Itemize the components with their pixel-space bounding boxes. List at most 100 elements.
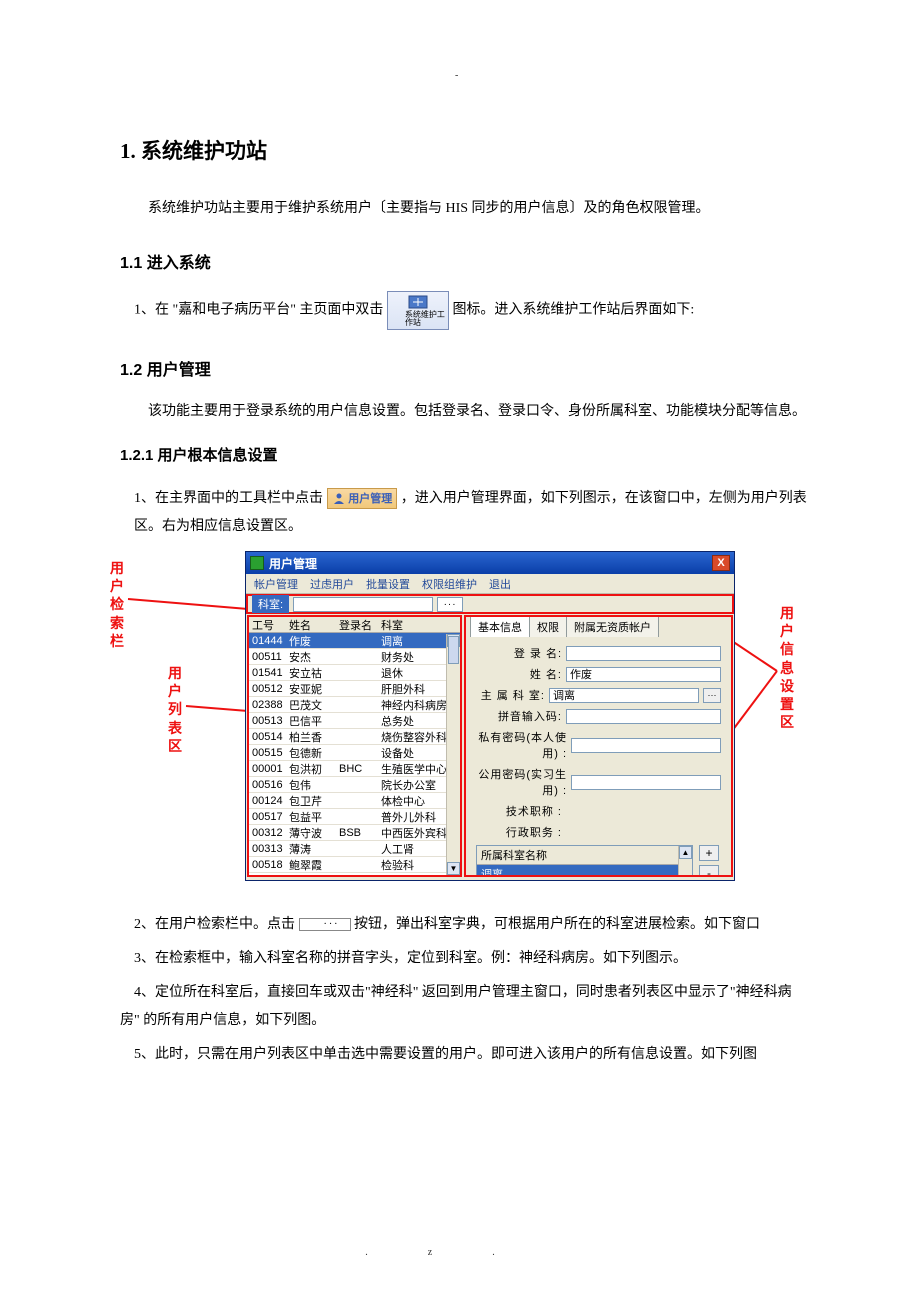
label-name: 姓 名:: [476, 666, 562, 682]
dept-lookup-button[interactable]: ···: [437, 597, 463, 612]
user-list-row[interactable]: 00001包洪初BHC生殖医学中心: [249, 761, 460, 777]
person-icon: [332, 492, 346, 504]
callout-search-bar: 用户检索栏: [110, 561, 124, 652]
step-1-1-1: 1、在 "嘉和电子病历平台" 主页面中双击 系统维护工 作站 图标。进入系统维护…: [120, 291, 810, 330]
input-pinyin[interactable]: [566, 709, 721, 724]
label-pinyin: 拼音输入码:: [476, 708, 562, 724]
callout-user-list: 用户列表区: [168, 666, 182, 757]
user-form: 登 录 名: 姓 名: 主 属 科 室: ··· 拼音输入码: 私有密码(本人使用…: [466, 637, 731, 877]
step-1-2-1-5: 5、此时，只需在用户列表区中单击选中需要设置的用户。即可进入该用户的所有信息设置…: [120, 1041, 810, 1069]
user-list-row[interactable]: 00516包伟院长办公室: [249, 777, 460, 793]
input-private-pwd[interactable]: [571, 738, 721, 753]
window-titlebar[interactable]: 用户管理 X: [246, 552, 734, 574]
label-login-name: 登 录 名:: [476, 645, 562, 661]
top-page-mark: -: [455, 70, 458, 81]
footer-left: .: [365, 1247, 428, 1258]
icon-label-line2: 作站: [391, 319, 445, 327]
menu-item-exit[interactable]: 退出: [489, 576, 511, 592]
grid-header-name: 姓名: [289, 617, 339, 633]
menu-item-batch[interactable]: 批量设置: [366, 576, 410, 592]
input-dept[interactable]: [549, 688, 699, 703]
dept-list-row[interactable]: 调离: [477, 865, 692, 877]
system-maintenance-icon: 系统维护工 作站: [387, 291, 449, 330]
grid-header-id: 工号: [249, 617, 289, 633]
footer-right: z.: [428, 1247, 555, 1258]
scroll-thumb[interactable]: [448, 636, 459, 664]
callout-info-set: 用户信息设置区: [780, 606, 794, 733]
user-list-row[interactable]: 01541安立祜退休: [249, 665, 460, 681]
step-1-2-1-3: 3、在检索框中，输入科室名称的拼音字头，定位到科室。例：神经科病房。如下列图示。: [120, 945, 810, 973]
heading-1-1: 1.1 进入系统: [120, 249, 810, 273]
user-management-window: 用户管理 X 帐户管理 过虑用户 批量设置 权限组维护 退出 科室: ··· 工…: [245, 551, 735, 881]
lookup-dots-button-inline: ···: [299, 918, 351, 931]
step-text-after: 按钮，弹出科室字典，可根据用户所在的科室进展检索。如下窗口: [354, 917, 760, 932]
user-list-row[interactable]: 00313薄涛人工肾: [249, 841, 460, 857]
user-list-row[interactable]: 02388巴茂文神经内科病房: [249, 697, 460, 713]
menu-item-account[interactable]: 帐户管理: [254, 576, 298, 592]
user-info-pane: 基本信息 权限 附属无资质帐户 登 录 名: 姓 名: 主 属 科 室: ··· …: [464, 615, 733, 877]
user-list-row[interactable]: 00514柏兰香烧伤整容外科: [249, 729, 460, 745]
dept-search-input[interactable]: [293, 597, 433, 612]
input-public-pwd[interactable]: [571, 775, 721, 790]
label-dept: 主 属 科 室:: [476, 687, 545, 703]
heading-1: 1. 系统维护功站: [120, 135, 810, 165]
step-1-2-1-1: 1、在主界面中的工具栏中点击 用户管理 ，进入用户管理界面，如下列图示，在该窗口…: [120, 485, 810, 541]
tab-basic-info[interactable]: 基本信息: [470, 616, 530, 637]
dept-scrollbar[interactable]: ▲ ▼: [678, 846, 692, 877]
user-list-row[interactable]: 00513巴信平总务处: [249, 713, 460, 729]
tab-sub-account[interactable]: 附属无资质帐户: [566, 616, 659, 637]
toolbar-button-label: 用户管理: [348, 493, 392, 505]
dept-add-remove-buttons: + -: [699, 845, 719, 877]
close-button[interactable]: X: [712, 555, 730, 571]
menu-item-permission[interactable]: 权限组维护: [422, 576, 477, 592]
user-list-row[interactable]: 00515包德新设备处: [249, 745, 460, 761]
grid-body: 01444作废调离00511安杰财务处01541安立祜退休00512安亚妮肝胆外…: [249, 633, 460, 873]
grid-header-dept: 科室: [381, 617, 460, 633]
dept-picker-button[interactable]: ···: [703, 688, 721, 703]
user-list-row[interactable]: 01444作废调离: [249, 633, 460, 649]
tab-permission[interactable]: 权限: [529, 616, 567, 637]
add-dept-button[interactable]: +: [699, 845, 719, 861]
menu-bar: 帐户管理 过虑用户 批量设置 权限组维护 退出: [246, 574, 734, 594]
label-admin-title: 行政职务 :: [476, 824, 562, 840]
label-private-pwd: 私有密码(本人使用) :: [476, 729, 567, 761]
user-management-toolbar-button: 用户管理: [327, 488, 398, 509]
wrench-icon: [405, 294, 431, 310]
tab-bar: 基本信息 权限 附属无资质帐户: [466, 617, 731, 637]
step-text-before: 2、在用户检索栏中。点击: [134, 917, 295, 932]
para-1-2-a: 该功能主要用于登录系统的用户信息设置。包括登录名、登录口令、身份所属科室、功能模…: [120, 398, 810, 426]
search-bar: 科室: ···: [246, 594, 734, 614]
remove-dept-button[interactable]: -: [699, 865, 719, 877]
grid-header-row: 工号 姓名 登录名 科室: [249, 617, 460, 633]
user-list-row[interactable]: 00518鲍翠霞检验科: [249, 857, 460, 873]
step-1-2-1-2: 2、在用户检索栏中。点击 ··· 按钮，弹出科室字典，可根据用户所在的科室进展检…: [120, 911, 810, 939]
window-icon: [250, 556, 264, 570]
label-public-pwd: 公用密码(实习生用) :: [476, 766, 567, 798]
user-list-pane: 工号 姓名 登录名 科室 01444作废调离00511安杰财务处01541安立祜…: [247, 615, 462, 877]
input-login-name[interactable]: [566, 646, 721, 661]
user-management-screenshot: 用户检索栏 用户列表区 用户信息设置区 用户管理 X 帐户管理 过虑用户 批量设…: [120, 551, 810, 891]
label-tech-title: 技术职称 :: [476, 803, 562, 819]
user-list-row[interactable]: 00124包卫芹体检中心: [249, 793, 460, 809]
step-text-before: 1、在主界面中的工具栏中点击: [134, 491, 323, 506]
step-text-after: 图标。进入系统维护工作站后界面如下:: [452, 303, 694, 318]
input-name[interactable]: [566, 667, 721, 682]
heading-1-2-1: 1.2.1 用户根本信息设置: [120, 444, 810, 465]
user-list-row[interactable]: 00512安亚妮肝胆外科: [249, 681, 460, 697]
window-title: 用户管理: [269, 555, 712, 572]
page-footer: .z.: [0, 1247, 920, 1258]
search-label: 科室:: [252, 595, 289, 613]
scroll-down-button[interactable]: ▼: [447, 862, 460, 875]
step-1-2-1-4: 4、定位所在科室后，直接回车或双击"神经科" 返回到用户管理主窗口，同时患者列表…: [120, 979, 810, 1035]
scroll-up-button[interactable]: ▲: [679, 846, 692, 859]
intro-paragraph: 系统维护功站主要用于维护系统用户〔主要指与 HIS 同步的用户信息〕及的角色权限…: [120, 195, 810, 223]
grid-header-login: 登录名: [339, 617, 381, 633]
user-list-row[interactable]: 00312薄守波BSB中西医外宾科: [249, 825, 460, 841]
user-list-row[interactable]: 00517包益平普外儿外科: [249, 809, 460, 825]
user-list-row[interactable]: 00511安杰财务处: [249, 649, 460, 665]
grid-scrollbar[interactable]: ▲ ▼: [446, 634, 460, 875]
dept-list-box: 所属科室名称 调离 神经内科病房 胸外科病房 综合科病房 ▲ ▼: [476, 845, 693, 877]
heading-1-2: 1.2 用户管理: [120, 356, 810, 380]
menu-item-filter[interactable]: 过虑用户: [310, 576, 354, 592]
step-text-before: 1、在 "嘉和电子病历平台" 主页面中双击: [134, 303, 383, 318]
